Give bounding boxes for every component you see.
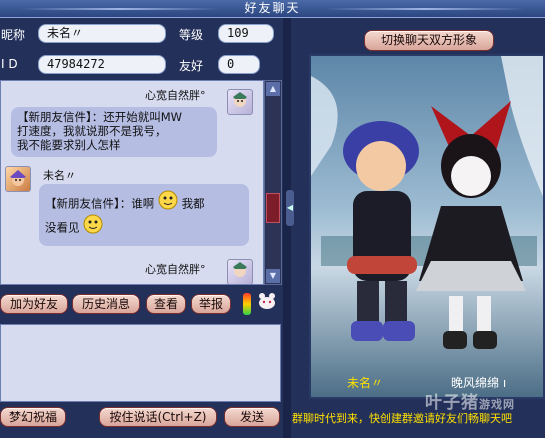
message-line: 【新朋友信件】：还开始就叫MW	[17, 110, 183, 124]
send-button[interactable]: 发送	[224, 407, 280, 427]
group-chat-marquee[interactable]: 群聊时代到来，快创建群邀请好友们畅聊天吧	[292, 410, 545, 426]
avatar-scene: 未名〃 晚风绵绵 ı	[309, 54, 545, 399]
id-field: 47984272	[38, 55, 166, 74]
switch-avatars-button[interactable]: 切换聊天双方形象	[364, 30, 494, 51]
message-bubble: 【新朋友信件】：谁啊 我都 没看见	[39, 184, 249, 246]
scroll-down-icon[interactable]: ▼	[266, 269, 280, 283]
report-button[interactable]: 举报	[191, 294, 231, 314]
add-friend-button[interactable]: 加为好友	[0, 294, 68, 314]
signal-meter-icon	[243, 293, 251, 315]
message-line: 【新朋友信件】：谁啊	[45, 196, 155, 211]
scroll-up-icon[interactable]: ▲	[266, 82, 280, 96]
friendship-field: 0	[218, 55, 260, 74]
divider	[283, 18, 291, 438]
hold-to-talk-button[interactable]: 按住说话(Ctrl+Z)	[99, 407, 217, 427]
pet-icon[interactable]	[256, 290, 278, 312]
friendship-label: 友好	[179, 59, 204, 73]
collapse-arrow-icon[interactable]: ◀	[286, 190, 294, 226]
message-line: 打速度，我就说那不是我号，	[17, 124, 167, 138]
wish-button[interactable]: 梦幻祝福	[0, 407, 66, 427]
title-bar[interactable]: 好友聊天	[0, 0, 545, 18]
my-character-name: 未名〃	[347, 376, 384, 390]
smiley-emoticon-icon	[83, 214, 103, 242]
level-field: 109	[218, 24, 274, 43]
id-label: I D	[1, 57, 18, 71]
message-sender-name: 心宽自然胖°	[145, 263, 206, 276]
view-button[interactable]: 查看	[146, 294, 186, 314]
nickname-label: 昵称	[1, 28, 26, 42]
history-button[interactable]: 历史消息	[72, 294, 140, 314]
title-decoration-left	[20, 8, 220, 10]
message-line: 我都	[181, 196, 205, 211]
friend-avatar[interactable]	[227, 89, 253, 115]
message-line: 我不能要求别人怎样	[17, 138, 121, 152]
level-label: 等级	[179, 28, 204, 42]
title-decoration-right	[325, 8, 525, 10]
message-sender-name: 心宽自然胖°	[145, 89, 206, 102]
friend-avatar[interactable]	[227, 259, 253, 284]
smiley-emoticon-icon	[158, 190, 178, 218]
chat-history-panel: 心宽自然胖° 【新朋友信件】：还开始就叫MW 打速度，我就说那不是我号， 我不能…	[0, 80, 264, 285]
nickname-field: 未名〃	[38, 24, 166, 43]
message-bubble: 【新朋友信件】：还开始就叫MW 打速度，我就说那不是我号， 我不能要求别人怎样	[11, 107, 217, 157]
chat-scrollbar[interactable]: ▲ ▼	[264, 80, 282, 285]
my-avatar[interactable]	[5, 166, 31, 192]
message-sender-name: 未名〃	[43, 169, 76, 182]
message-line: 没看见	[45, 220, 80, 235]
message-input[interactable]	[0, 324, 281, 402]
window-title: 好友聊天	[244, 1, 301, 15]
scroll-thumb[interactable]	[266, 193, 280, 223]
